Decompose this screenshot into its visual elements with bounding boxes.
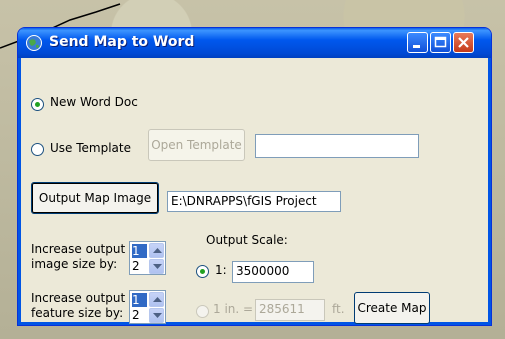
scale-inch-field[interactable]: 285611 — [255, 299, 325, 321]
new-doc-label[interactable]: New Word Doc — [50, 95, 138, 109]
output-path-field[interactable]: E:\DNRAPPS\fGIS Project — [167, 191, 341, 212]
arrow-up-icon — [153, 297, 162, 302]
feature-size-option-2[interactable]: 2 — [132, 308, 147, 322]
output-map-image-button[interactable]: Output Map Image — [31, 182, 159, 214]
maximize-button[interactable] — [430, 32, 451, 53]
scale-ratio-radio[interactable] — [196, 265, 209, 278]
use-template-label[interactable]: Use Template — [50, 141, 131, 155]
feature-size-option-1[interactable]: 1 — [132, 293, 147, 307]
arrow-down-icon — [153, 313, 162, 318]
use-template-radio[interactable] — [31, 143, 44, 156]
scale-unit-label: ft. — [332, 302, 345, 316]
feature-size-label-2: feature size by: — [31, 306, 124, 320]
scale-inch-label: 1 in. = — [213, 302, 254, 316]
template-path-field[interactable] — [255, 134, 419, 158]
send-map-dialog: Send Map to Word New Word Doc Use Templa… — [17, 27, 492, 326]
output-scale-title: Output Scale: — [206, 233, 288, 247]
feature-size-list[interactable]: 1 2 — [129, 290, 166, 324]
arrow-down-icon — [153, 264, 162, 269]
create-map-button[interactable]: Create Map — [354, 292, 430, 324]
image-size-option-2[interactable]: 2 — [132, 259, 147, 273]
minimize-icon — [413, 45, 420, 48]
image-size-label-2: image size by: — [31, 257, 118, 271]
dialog-body: New Word Doc Use Template Open Template … — [18, 58, 491, 325]
scale-ratio-label: 1: — [215, 263, 227, 277]
window-title: Send Map to Word — [49, 34, 195, 50]
globe-icon — [26, 35, 42, 51]
image-size-option-1[interactable]: 1 — [132, 244, 147, 258]
maximize-icon — [434, 36, 447, 48]
scale-inch-radio[interactable] — [196, 305, 209, 318]
arrow-up-icon — [153, 248, 162, 253]
open-template-button[interactable]: Open Template — [148, 129, 245, 161]
close-button[interactable] — [453, 32, 474, 53]
title-bar[interactable]: Send Map to Word — [18, 28, 491, 58]
image-size-down-button[interactable] — [149, 259, 164, 274]
minimize-button[interactable] — [407, 32, 428, 53]
close-icon — [458, 37, 469, 48]
image-size-up-button[interactable] — [149, 243, 164, 258]
image-size-label-1: Increase output — [31, 242, 126, 256]
new-doc-radio[interactable] — [31, 98, 44, 111]
scale-ratio-field[interactable]: 3500000 — [232, 261, 314, 283]
feature-size-down-button[interactable] — [149, 308, 164, 323]
image-size-list[interactable]: 1 2 — [129, 241, 166, 275]
feature-size-up-button[interactable] — [149, 292, 164, 307]
feature-size-label-1: Increase output — [31, 291, 126, 305]
